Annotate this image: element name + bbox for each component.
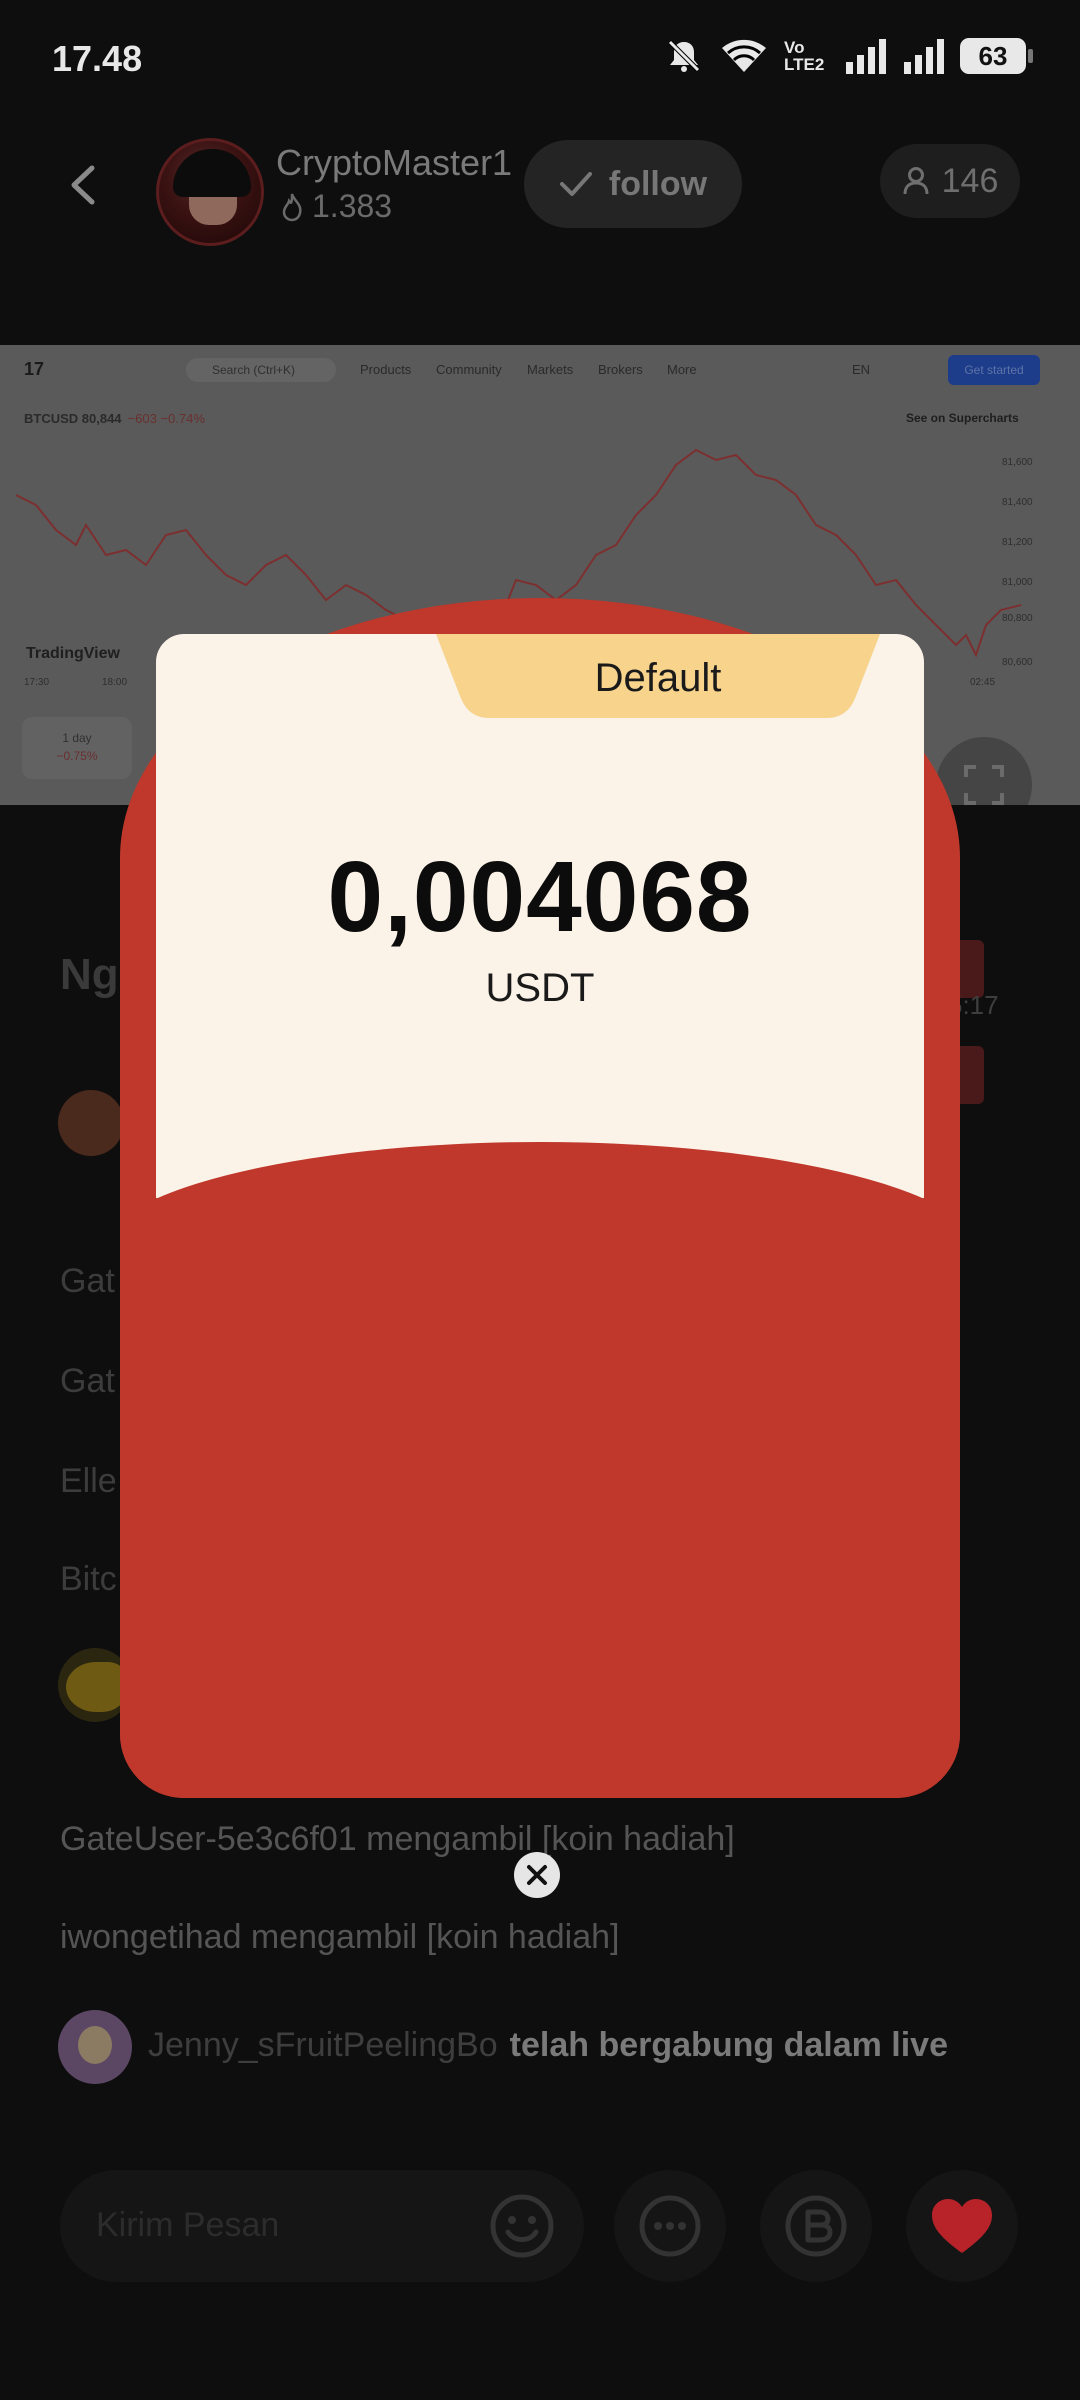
packet-currency: USDT [485,966,595,1010]
red-packet-popup: Default 0,004068 USDT [120,598,960,1798]
packet-tag-label: Default [594,656,722,700]
packet-amount: 0,004068 [327,841,753,953]
close-popup-button[interactable] [514,1852,560,1898]
close-icon [527,1865,547,1885]
packet-envelope-front [120,1198,960,1798]
